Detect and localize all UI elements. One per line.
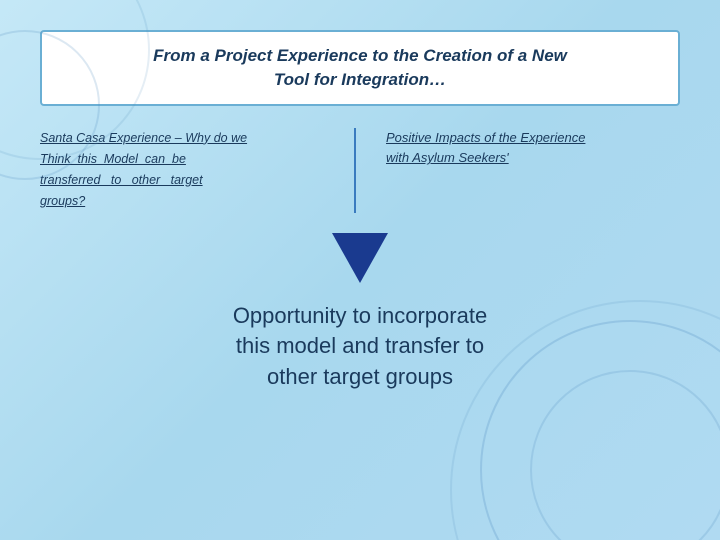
left-column: Santa Casa Experience – Why do we Think … — [40, 128, 356, 213]
bottom-text: Opportunity to incorporate this model an… — [40, 301, 680, 393]
right-line2: with Asylum Seekers' — [386, 150, 509, 165]
two-column-section: Santa Casa Experience – Why do we Think … — [40, 128, 680, 213]
title-text-line2: Tool for Integration… — [274, 70, 446, 89]
bottom-line3: other target groups — [267, 364, 453, 389]
left-column-text: Santa Casa Experience – Why do we Think … — [40, 128, 334, 213]
down-arrow-icon — [332, 233, 388, 283]
bottom-line2: this model and transfer to — [236, 333, 484, 358]
arrow-container — [40, 233, 680, 283]
right-line1: Positive Impacts of the Experience — [386, 130, 585, 145]
globe-deco-2 — [530, 370, 720, 540]
right-column-text: Positive Impacts of the Experience with … — [386, 128, 680, 170]
title-box: From a Project Experience to the Creatio… — [40, 30, 680, 106]
right-column: Positive Impacts of the Experience with … — [356, 128, 680, 170]
bottom-line1: Opportunity to incorporate — [233, 303, 487, 328]
slide: From a Project Experience to the Creatio… — [0, 0, 720, 540]
title-line1: From a Project Experience to the Creatio… — [62, 44, 658, 92]
title-text-line1: From a Project Experience to the Creatio… — [153, 46, 567, 65]
